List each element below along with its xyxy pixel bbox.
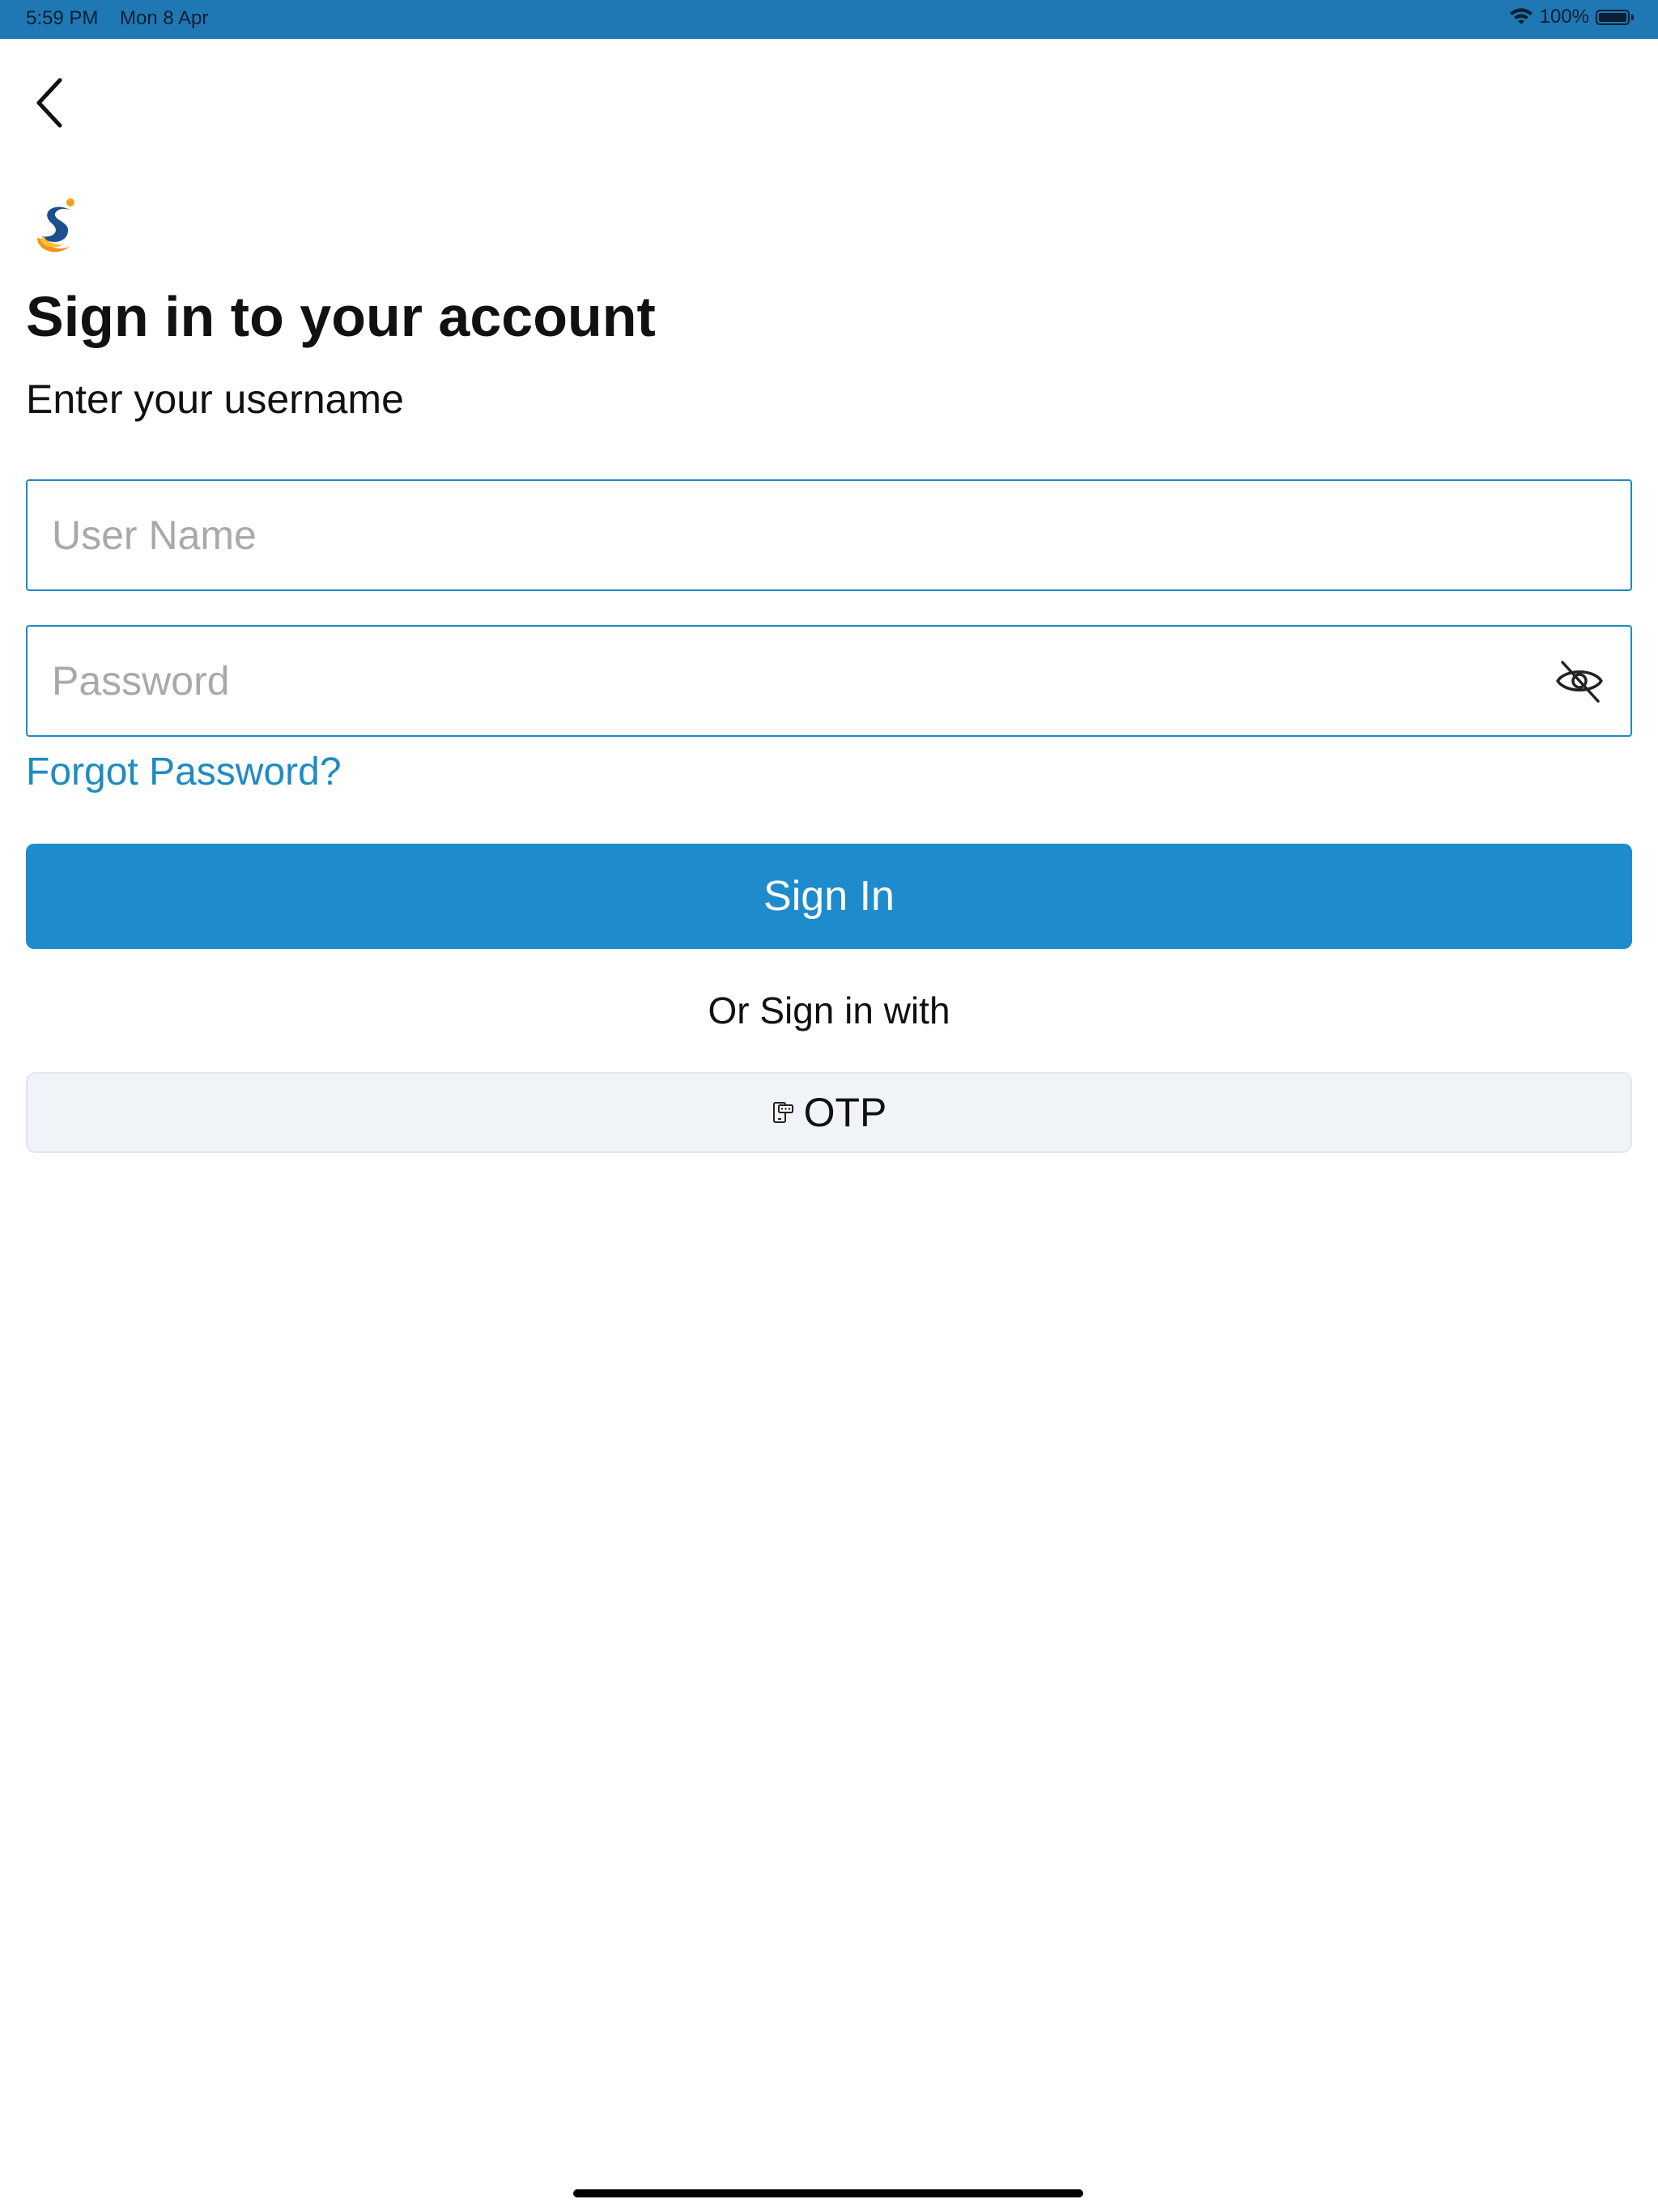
username-field[interactable]	[26, 479, 1632, 591]
chevron-left-icon	[36, 78, 62, 128]
otp-phone-icon	[772, 1102, 793, 1123]
or-sign-in-with-label: Or Sign in with	[708, 989, 950, 1032]
home-indicator[interactable]	[573, 2189, 1083, 2197]
sign-in-button[interactable]: Sign In	[26, 844, 1632, 949]
username-input[interactable]	[28, 481, 1630, 589]
status-time: 5:59 PM	[26, 7, 99, 29]
app-logo	[37, 198, 74, 253]
password-input[interactable]	[28, 627, 1630, 735]
otp-label: OTP	[803, 1090, 887, 1135]
eye-off-icon[interactable]	[1553, 654, 1606, 708]
wifi-icon	[1509, 8, 1533, 24]
status-date: Mon 8 Apr	[120, 7, 209, 29]
status-bar: 5:59 PM Mon 8 Apr 100%	[0, 0, 1658, 39]
battery-percent: 100%	[1539, 6, 1589, 28]
page-subtitle: Enter your username	[26, 376, 404, 422]
otp-sign-in-button[interactable]: OTP	[26, 1072, 1632, 1153]
battery-nub	[1631, 14, 1634, 20]
page-title: Sign in to your account	[26, 285, 656, 348]
battery-icon	[1596, 9, 1630, 25]
status-indicators: 100%	[1509, 6, 1634, 28]
sign-in-label: Sign In	[763, 873, 895, 920]
forgot-password-link[interactable]: Forgot Password?	[26, 748, 342, 797]
back-button[interactable]	[32, 74, 74, 131]
password-field[interactable]	[26, 625, 1632, 737]
